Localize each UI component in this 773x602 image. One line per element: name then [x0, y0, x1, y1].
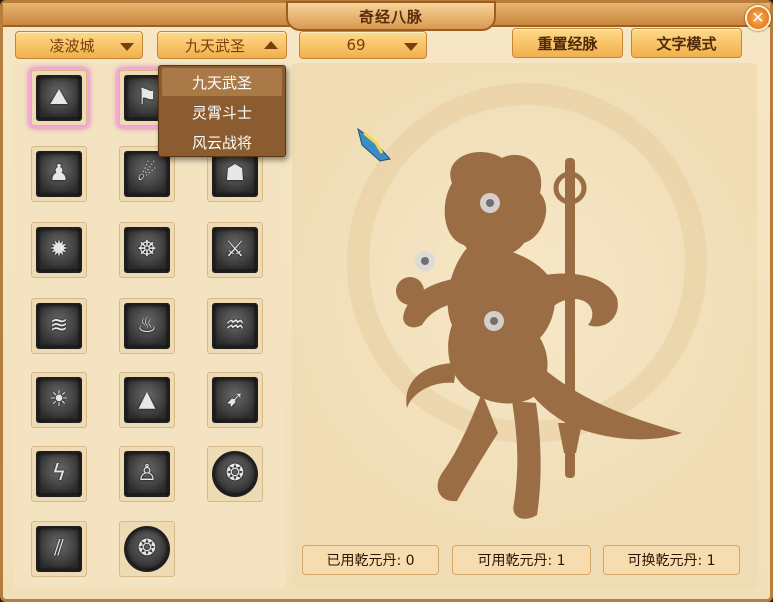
exchangeable-pill-stat: 可换乾元丹: 1 [603, 545, 740, 575]
skill-glyph: ☗ [225, 161, 245, 186]
wind-slash-icon: ≋ [36, 303, 82, 349]
text-mode-button[interactable]: 文字模式 [631, 28, 742, 58]
chevron-down-icon [404, 43, 418, 51]
skill-glyph: ϟ [51, 461, 67, 486]
skill-glyph: ♒ [225, 313, 245, 338]
skill-slot[interactable]: ☀ [31, 372, 87, 428]
skill-slot[interactable]: ϟ [31, 446, 87, 502]
skill-glyph: ⚑ [137, 85, 157, 110]
gem-cursor-icon [357, 127, 391, 162]
skill-glyph: ♟ [49, 161, 69, 186]
level-dropdown-value: 69 [346, 36, 366, 54]
skill-glyph: ⫽ [54, 536, 64, 561]
flame-orbs-icon: ☄ [124, 151, 170, 197]
skill-slot[interactable]: ▲ [119, 372, 175, 428]
crossed-blades-icon: ⚔ [212, 227, 258, 273]
skill-glyph: ☸ [137, 237, 157, 262]
skill-slot[interactable]: ⚔ [207, 222, 263, 278]
triple-arrow-icon: ➹ [212, 377, 258, 423]
skill-glyph: ❂ [137, 536, 157, 561]
skill-slot[interactable]: ➹ [207, 372, 263, 428]
peak-icon: ▲ [124, 377, 170, 423]
warrior-silhouette [357, 93, 682, 519]
skill-slot[interactable]: ⫽ [31, 521, 87, 577]
claw-slash-icon: ⫽ [36, 526, 82, 572]
meridian-figure-panel [292, 63, 757, 588]
lightning-icon: ϟ [36, 451, 82, 497]
skill-slot[interactable]: ♒ [207, 298, 263, 354]
mountain-strike-icon: ⛰ [36, 75, 82, 121]
school-dropdown-value: 凌波城 [49, 36, 95, 55]
sun-figure-icon: ☀ [36, 377, 82, 423]
skill-glyph: ⛰ [49, 85, 69, 110]
role-option-3[interactable]: 风云战将 [162, 128, 282, 156]
close-button[interactable]: ✕ [745, 5, 771, 31]
skill-glyph: ❂ [225, 461, 245, 486]
meditation-icon: ☸ [124, 227, 170, 273]
skill-slot[interactable]: ✹ [31, 222, 87, 278]
dragon-medallion-icon: ❂ [212, 451, 258, 497]
dragon-medallion-icon-2: ❂ [124, 526, 170, 572]
available-pill-stat: 可用乾元丹: 1 [452, 545, 591, 575]
radiant-burst-icon: ✹ [36, 227, 82, 273]
figure-icon: ♟ [36, 151, 82, 197]
skill-slot[interactable]: ❂ [207, 446, 263, 502]
skill-slot[interactable]: ♟ [31, 146, 87, 202]
title-plate: 奇经八脉 [286, 1, 496, 31]
warrior-roar-icon: ☗ [212, 151, 258, 197]
skill-glyph: ≋ [49, 313, 69, 338]
chevron-down-icon [120, 43, 134, 51]
skill-glyph: ♙ [137, 461, 157, 486]
skill-glyph: ▲ [138, 387, 156, 412]
used-pill-stat: 已用乾元丹: 0 [302, 545, 439, 575]
reset-meridian-button[interactable]: 重置经脉 [512, 28, 623, 58]
skill-glyph: ➹ [225, 387, 245, 412]
school-dropdown[interactable]: 凌波城 [15, 31, 143, 59]
window-title: 奇经八脉 [358, 7, 423, 26]
skill-glyph: ♨ [137, 313, 157, 338]
skill-slot[interactable]: ⛰ [31, 70, 87, 126]
smoke-spirit-icon: ♨ [124, 303, 170, 349]
role-dropdown-value: 九天武圣 [184, 36, 245, 55]
heat-waves-icon: ♒ [212, 303, 258, 349]
skill-glyph: ✹ [49, 237, 69, 262]
skill-slot[interactable]: ≋ [31, 298, 87, 354]
seated-figure-icon: ♙ [124, 451, 170, 497]
level-dropdown[interactable]: 69 [299, 31, 427, 59]
role-dropdown-menu: 九天武圣 灵霄斗士 风云战将 [158, 65, 286, 157]
skill-slot[interactable]: ♨ [119, 298, 175, 354]
skill-glyph: ⚔ [225, 237, 245, 262]
skill-slot[interactable]: ♙ [119, 446, 175, 502]
skill-slot[interactable]: ❂ [119, 521, 175, 577]
skill-glyph: ☄ [137, 161, 157, 186]
skill-slot[interactable]: ☸ [119, 222, 175, 278]
skill-glyph: ☀ [49, 387, 69, 412]
chevron-up-icon [264, 41, 278, 49]
role-option-2[interactable]: 灵霄斗士 [162, 98, 282, 126]
role-option-1[interactable]: 九天武圣 [162, 68, 282, 96]
role-dropdown[interactable]: 九天武圣 [157, 31, 287, 59]
